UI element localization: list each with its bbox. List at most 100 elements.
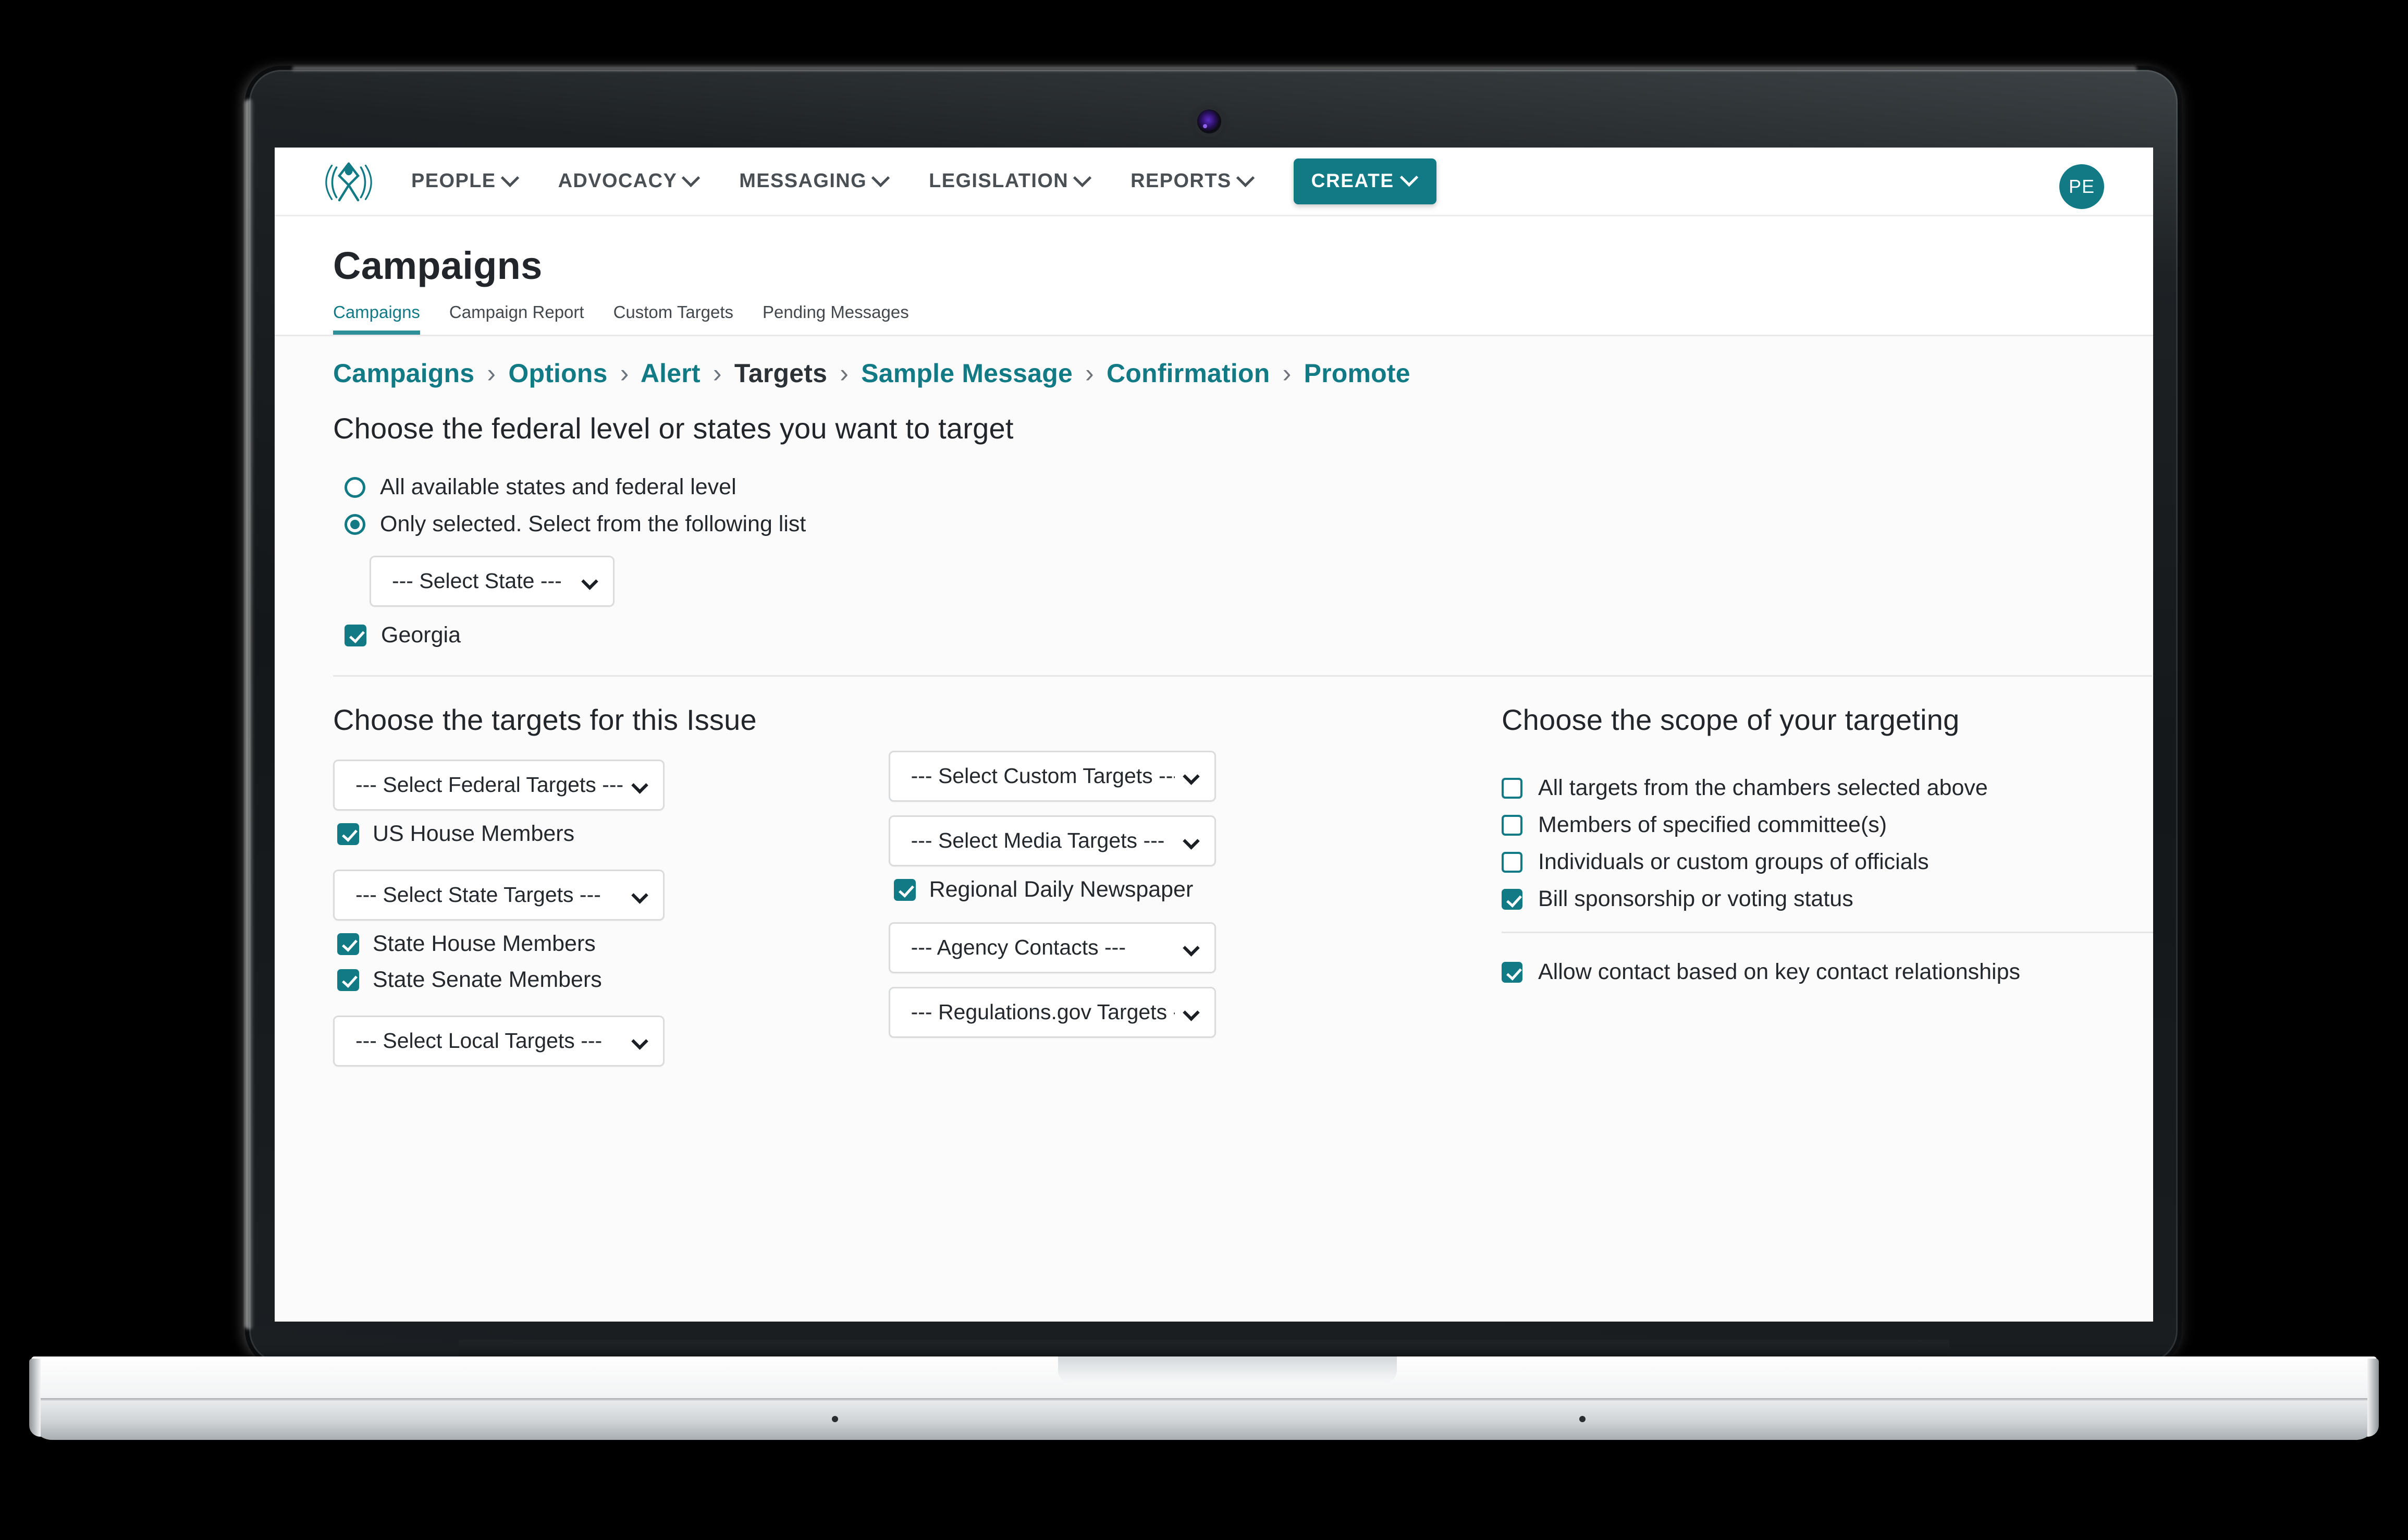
regulations-gov-targets-select[interactable]: --- Regulations.gov Targets ---: [888, 987, 1216, 1038]
local-targets-group: --- Select Local Targets ---: [333, 1016, 889, 1067]
laptop-base-right-edge: [2367, 1359, 2379, 1437]
lid-edge-highlight: [245, 99, 253, 1329]
custom-targets-select-wrapper: --- Select Custom Targets ---: [888, 751, 1216, 802]
advocacy-person-signal-logo-icon[interactable]: [321, 153, 377, 210]
agency-contacts-select[interactable]: --- Agency Contacts ---: [888, 922, 1216, 973]
checkbox-row-bill-sponsorship[interactable]: Bill sponsorship or voting status: [1502, 886, 2153, 912]
checkbox-regional-daily-newspaper[interactable]: [893, 878, 916, 901]
breadcrumb-item-confirmation[interactable]: Confirmation: [1107, 359, 1270, 388]
nav-item-label: MESSAGING: [739, 170, 867, 192]
state-targets-select-wrapper: --- Select State Targets ---: [333, 870, 665, 921]
checkbox-row-regional-daily-newspaper[interactable]: Regional Daily Newspaper: [893, 877, 1413, 902]
nav-item-advocacy[interactable]: ADVOCACY: [558, 168, 701, 192]
checkbox-label: Individuals or custom groups of official…: [1538, 849, 1929, 874]
checkbox-row-state-house-members[interactable]: State House Members: [337, 931, 889, 957]
checkbox-members-committees[interactable]: [1502, 814, 1522, 836]
laptop-foot-right: [1579, 1416, 1586, 1422]
custom-targets-group: --- Select Custom Targets ---: [888, 751, 1413, 802]
media-targets-select[interactable]: --- Select Media Targets ---: [888, 815, 1216, 866]
checkbox-label: Georgia: [381, 622, 461, 647]
radio-row-only-selected[interactable]: Only selected. Select from the following…: [345, 511, 2153, 537]
scope-options-list: All targets from the chambers selected a…: [1502, 775, 2153, 912]
tab-label: Campaigns: [333, 302, 420, 322]
checkbox-row-all-targets-chambers[interactable]: All targets from the chambers selected a…: [1502, 775, 2153, 801]
page-content: Campaigns › Options › Alert › Targets › …: [275, 358, 2153, 1067]
media-targets-select-wrapper: --- Select Media Targets ---: [888, 815, 1216, 866]
targets-left-column: Choose the targets for this Issue --- Se…: [333, 680, 889, 1067]
checkbox-bill-sponsorship[interactable]: [1502, 888, 1522, 910]
webcam-icon: [1197, 109, 1221, 133]
nav-item-label: LEGISLATION: [929, 170, 1069, 192]
breadcrumb: Campaigns › Options › Alert › Targets › …: [333, 358, 2153, 388]
avatar[interactable]: PE: [2059, 164, 2104, 209]
checkbox-us-house-members[interactable]: [337, 823, 359, 845]
checkbox-row-georgia[interactable]: Georgia: [345, 622, 2153, 648]
laptop-foot-left: [832, 1416, 838, 1422]
avatar-initials: PE: [2068, 176, 2095, 197]
laptop-mockup: PEOPLE ADVOCACY MESSAGING LEGISLATION RE…: [0, 0, 2408, 1540]
checkbox-label: State House Members: [373, 931, 596, 956]
create-button[interactable]: CREATE: [1293, 158, 1436, 204]
scope-column: Choose the scope of your targeting All t…: [1502, 680, 2153, 1067]
breadcrumb-separator: ›: [620, 359, 629, 388]
checkbox-row-us-house-members[interactable]: US House Members: [337, 821, 889, 847]
tab-campaigns[interactable]: Campaigns: [333, 302, 420, 335]
screen-viewport: PEOPLE ADVOCACY MESSAGING LEGISLATION RE…: [275, 148, 2153, 1322]
radio-label: All available states and federal level: [380, 474, 736, 499]
media-targets-group: --- Select Media Targets --- Regional Da…: [888, 815, 1413, 902]
custom-targets-select[interactable]: --- Select Custom Targets ---: [888, 751, 1216, 802]
federal-targets-select[interactable]: --- Select Federal Targets ---: [333, 760, 665, 811]
agency-contacts-group: --- Agency Contacts ---: [888, 922, 1413, 973]
chevron-down-icon: [682, 168, 701, 188]
tab-label: Campaign Report: [449, 302, 584, 322]
radio-only-selected[interactable]: [345, 514, 365, 535]
tab-custom-targets[interactable]: Custom Targets: [613, 302, 733, 335]
state-select[interactable]: --- Select State ---: [370, 556, 615, 607]
nav-item-legislation[interactable]: LEGISLATION: [929, 168, 1092, 192]
radio-row-all-states[interactable]: All available states and federal level: [345, 474, 2153, 500]
chevron-down-icon: [500, 168, 519, 188]
checkbox-key-contact-relationships[interactable]: [1502, 961, 1522, 983]
tab-label: Pending Messages: [763, 302, 909, 322]
breadcrumb-separator: ›: [1085, 359, 1094, 388]
breadcrumb-item-campaigns[interactable]: Campaigns: [333, 359, 474, 388]
breadcrumb-item-options[interactable]: Options: [508, 359, 607, 388]
chevron-down-icon: [1073, 168, 1092, 188]
chevron-down-icon: [1236, 168, 1255, 188]
checkbox-label: State Senate Members: [373, 967, 602, 992]
checkbox-individuals-custom-groups[interactable]: [1502, 851, 1522, 873]
checkbox-label: US House Members: [373, 821, 575, 846]
laptop-base-lip: [31, 1398, 2377, 1401]
checkbox-row-individuals-custom-groups[interactable]: Individuals or custom groups of official…: [1502, 849, 2153, 875]
scope-section-heading: Choose the scope of your targeting: [1502, 703, 1960, 736]
tab-campaign-report[interactable]: Campaign Report: [449, 302, 584, 335]
breadcrumb-separator: ›: [840, 359, 849, 388]
radio-all-states[interactable]: [345, 476, 365, 498]
tab-pending-messages[interactable]: Pending Messages: [763, 302, 909, 335]
checkbox-label: Bill sponsorship or voting status: [1538, 886, 1853, 911]
states-options-block: All available states and federal level O…: [345, 474, 2153, 648]
nav-item-reports[interactable]: REPORTS: [1131, 168, 1255, 192]
laptop-base-left-edge: [29, 1359, 41, 1437]
checkbox-row-members-committees[interactable]: Members of specified committee(s): [1502, 812, 2153, 838]
checkbox-label: Members of specified committee(s): [1538, 812, 1887, 837]
local-targets-select[interactable]: --- Select Local Targets ---: [333, 1016, 665, 1067]
state-targets-select[interactable]: --- Select State Targets ---: [333, 870, 665, 921]
nav-item-label: PEOPLE: [411, 170, 496, 192]
checkbox-state-house-members[interactable]: [337, 933, 359, 955]
breadcrumb-item-promote[interactable]: Promote: [1304, 359, 1410, 388]
checkbox-georgia[interactable]: [345, 624, 366, 646]
chevron-down-icon: [871, 168, 890, 188]
breadcrumb-item-sample-message[interactable]: Sample Message: [861, 359, 1073, 388]
checkbox-all-targets-chambers[interactable]: [1502, 777, 1522, 799]
breadcrumb-item-alert[interactable]: Alert: [641, 359, 701, 388]
checkbox-row-state-senate-members[interactable]: State Senate Members: [337, 967, 889, 993]
checkbox-state-senate-members[interactable]: [337, 969, 359, 991]
nav-item-people[interactable]: PEOPLE: [411, 168, 520, 192]
page-tabs: Campaigns Campaign Report Custom Targets…: [333, 302, 2153, 335]
webcam-glint: [1203, 124, 1207, 128]
laptop-base-notch: [1058, 1356, 1397, 1384]
tab-label: Custom Targets: [613, 302, 734, 322]
nav-item-messaging[interactable]: MESSAGING: [739, 168, 890, 192]
checkbox-row-key-contact-relationships[interactable]: Allow contact based on key contact relat…: [1502, 959, 2153, 985]
